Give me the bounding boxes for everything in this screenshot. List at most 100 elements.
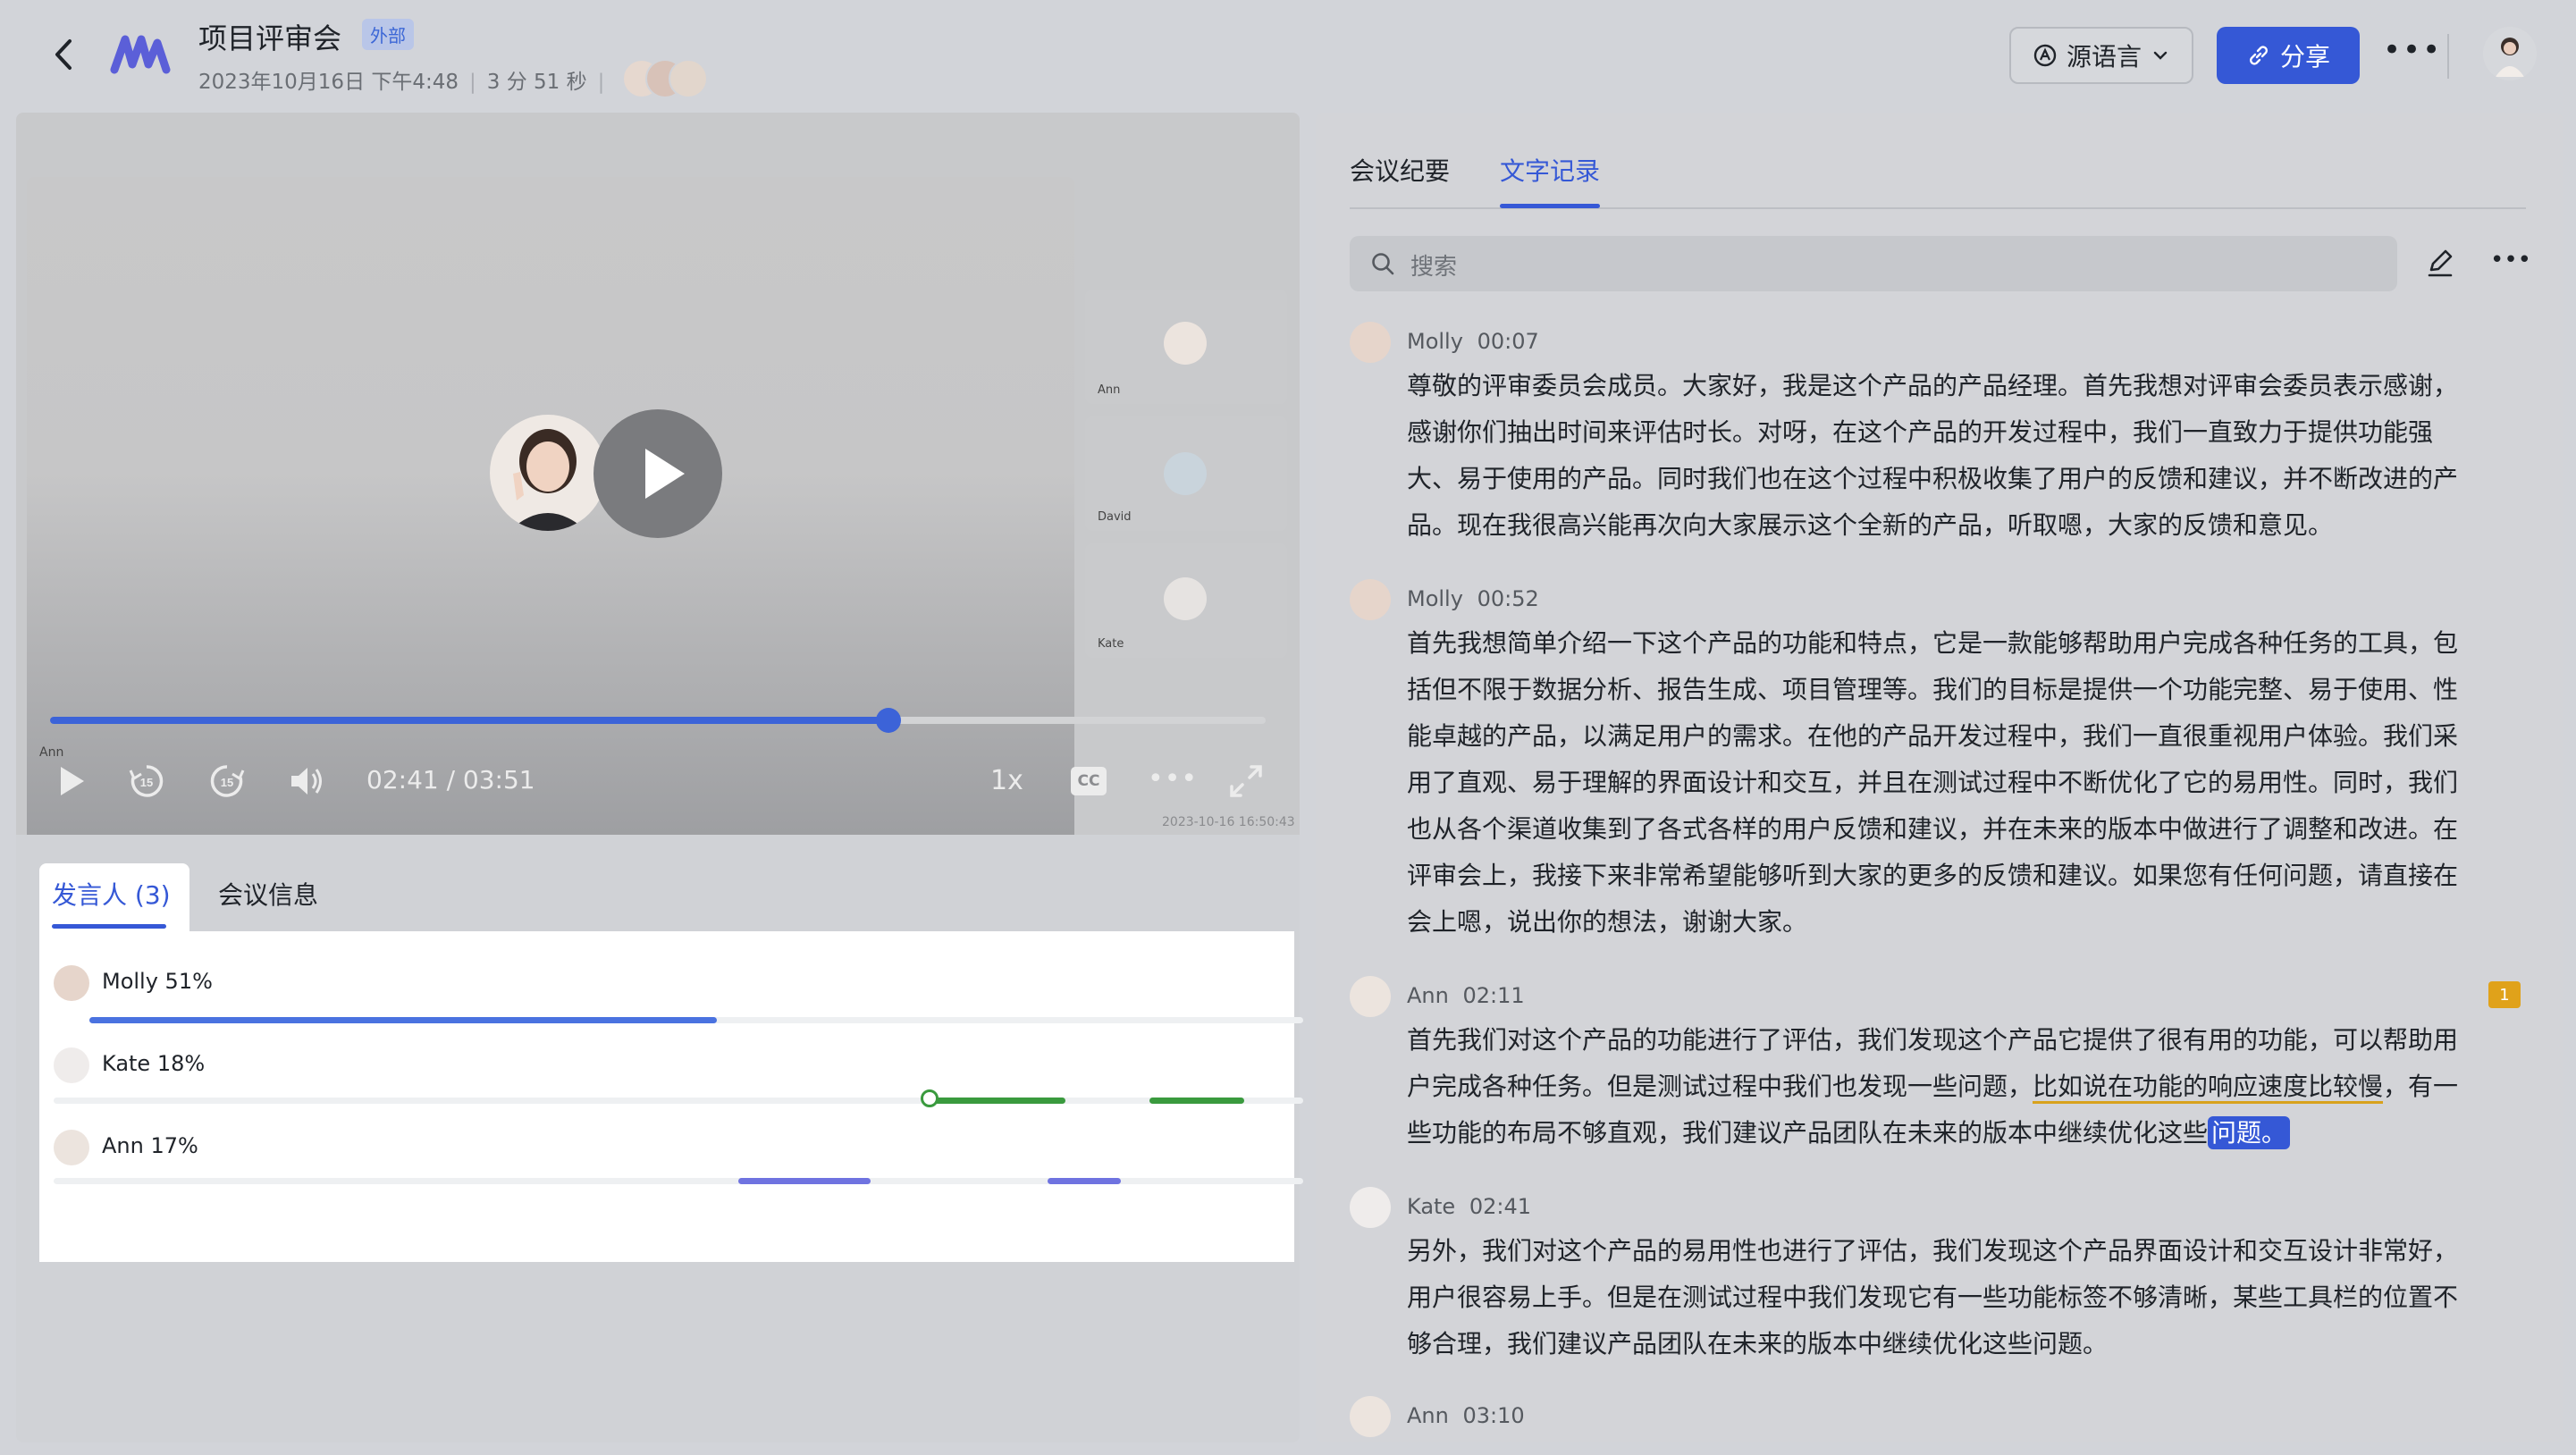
avatar (54, 1130, 89, 1165)
more-options-button[interactable]: ••• (2383, 32, 2442, 68)
play-overlay-button[interactable] (593, 409, 722, 538)
speech-segment (738, 1178, 871, 1184)
main-speaker-avatar (490, 415, 606, 531)
transcript-search[interactable]: 搜索 (1350, 236, 2397, 291)
play-icon (645, 449, 685, 499)
back-button[interactable] (46, 32, 82, 77)
speaker-label: Ann 17% (102, 1133, 198, 1158)
timestamp[interactable]: 02:11 (1462, 983, 1524, 1008)
fullscreen-icon (1230, 765, 1262, 797)
link-icon (2250, 46, 2268, 65)
chevron-left-icon (55, 39, 72, 70)
participant-name: Ann (1098, 383, 1121, 397)
play-icon (61, 767, 84, 795)
source-language-label: 源语言 (2066, 42, 2142, 71)
edit-button[interactable] (2424, 247, 2456, 282)
avatar (54, 1047, 89, 1083)
speaker-stats-panel: Molly 51% Kate 18% Ann 17% (39, 931, 1303, 1262)
message-text: 首先我们对这个产品的功能进行了评估，我们发现这个产品它提供了很有用的功能，可以帮… (1407, 1017, 2479, 1156)
forward-15-icon: 15 (210, 765, 245, 797)
comment-badge[interactable]: 1 (2488, 981, 2521, 1008)
selected-text[interactable]: 问题。 (2208, 1116, 2291, 1149)
participant-tile[interactable]: David (1085, 416, 1287, 531)
search-icon (1372, 253, 1394, 275)
timestamp[interactable]: 03:10 (1462, 1403, 1524, 1428)
participant-avatars[interactable] (622, 59, 708, 98)
rewind-15-icon: 15 (129, 765, 164, 797)
play-button[interactable] (54, 761, 89, 804)
tab-meeting-info[interactable]: 会议信息 (218, 876, 318, 912)
speech-segment (1048, 1178, 1121, 1184)
speaker-name: Molly (1407, 586, 1463, 611)
video-more-button[interactable]: ••• (1148, 763, 1198, 795)
translate-icon (2033, 44, 2057, 67)
svg-text:15: 15 (221, 776, 233, 789)
transcript-more-button[interactable]: ••• (2490, 247, 2531, 273)
playhead-marker[interactable] (921, 1089, 939, 1107)
meeting-title: 项目评审会 (198, 21, 342, 55)
meeting-meta: 2023年10月16日 下午4:48 | 3 分 51 秒 | (198, 71, 605, 94)
message-header: Ann 02:11 (1407, 983, 1525, 1008)
user-avatar[interactable] (2483, 27, 2537, 80)
captions-button[interactable]: CC (1071, 767, 1107, 795)
forward-15-button[interactable]: 15 (207, 761, 247, 804)
participant-tile[interactable]: Kate (1085, 543, 1287, 658)
speech-segment (89, 1017, 717, 1023)
tab-meeting-notes[interactable]: 会议纪要 (1350, 152, 1450, 188)
app-logo (109, 29, 172, 79)
person-icon (2496, 38, 2524, 77)
meeting-duration: 3 分 51 秒 (486, 71, 587, 94)
tab-speakers[interactable]: 发言人 (3) (39, 863, 189, 931)
comment-count: 1 (2499, 985, 2510, 1005)
participant-tile[interactable]: Ann (1085, 290, 1287, 404)
avatar (1350, 579, 1391, 620)
avatar (1164, 452, 1207, 495)
volume-icon (291, 768, 322, 795)
speaker-timeline[interactable] (89, 1017, 1303, 1023)
progress-fill (50, 717, 889, 724)
chevron-down-icon (2153, 51, 2168, 60)
tab-transcript[interactable]: 文字记录 (1500, 152, 1600, 188)
tab-speakers-label: 发言人 (3) (52, 880, 171, 910)
speaker-label: Kate 18% (102, 1051, 206, 1076)
avatar (1164, 322, 1207, 365)
speaker-name: Molly (1407, 329, 1463, 354)
speed-button[interactable]: 1x (990, 765, 1023, 796)
fullscreen-button[interactable] (1226, 761, 1266, 804)
timestamp[interactable]: 00:52 (1477, 586, 1539, 611)
message-text: 尊敬的评审委员会成员。大家好，我是这个产品的产品经理。首先我想对评审会委员表示感… (1407, 371, 2459, 540)
avatar (1350, 1187, 1391, 1228)
more-icon: ••• (1148, 763, 1199, 795)
share-button[interactable]: 分享 (2217, 27, 2360, 84)
volume-button[interactable] (286, 761, 325, 804)
rewind-15-button[interactable]: 15 (127, 761, 166, 804)
timestamp[interactable]: 02:41 (1469, 1194, 1531, 1219)
avatar (669, 59, 708, 98)
message-header: Molly 00:52 (1407, 586, 1539, 611)
search-placeholder: 搜索 (1410, 254, 1458, 281)
progress-track[interactable] (50, 708, 1266, 733)
share-label: 分享 (2279, 42, 2330, 71)
tab-active-indicator (1500, 204, 1600, 208)
source-language-button[interactable]: 源语言 (2009, 27, 2193, 84)
tab-active-indicator (52, 924, 166, 929)
speech-segment (933, 1098, 1065, 1104)
meeting-date: 2023年10月16日 下午4:48 (198, 71, 459, 94)
speaker-timeline[interactable] (54, 1178, 1303, 1184)
main-video-label: Ann (39, 745, 64, 760)
commented-text[interactable]: 比如说在功能的响应速度比较慢 (2033, 1072, 2384, 1104)
message-text: 另外，我们对这个产品的易用性也进行了评估，我们发现这个产品界面设计和交互设计非常… (1407, 1236, 2459, 1358)
speaker-name: Kate (1407, 1194, 1456, 1219)
speaker-timeline[interactable] (54, 1089, 1303, 1107)
avatar (54, 965, 89, 1001)
message-header: Molly 00:07 (1407, 329, 1539, 354)
captions-icon: CC (1077, 772, 1100, 790)
external-badge: 外部 (362, 19, 414, 50)
watermark: 2023-10-16 16:50:43 (1162, 815, 1295, 829)
message-text: 首先我想简单介绍一下这个产品的功能和特点，它是一款能够帮助用户完成各种任务的工具… (1407, 628, 2459, 937)
svg-text:15: 15 (140, 776, 153, 789)
timestamp[interactable]: 00:07 (1477, 329, 1539, 354)
pencil-icon (2428, 249, 2453, 277)
more-icon: ••• (2383, 32, 2443, 68)
message-header: Ann 03:10 (1407, 1403, 1525, 1428)
